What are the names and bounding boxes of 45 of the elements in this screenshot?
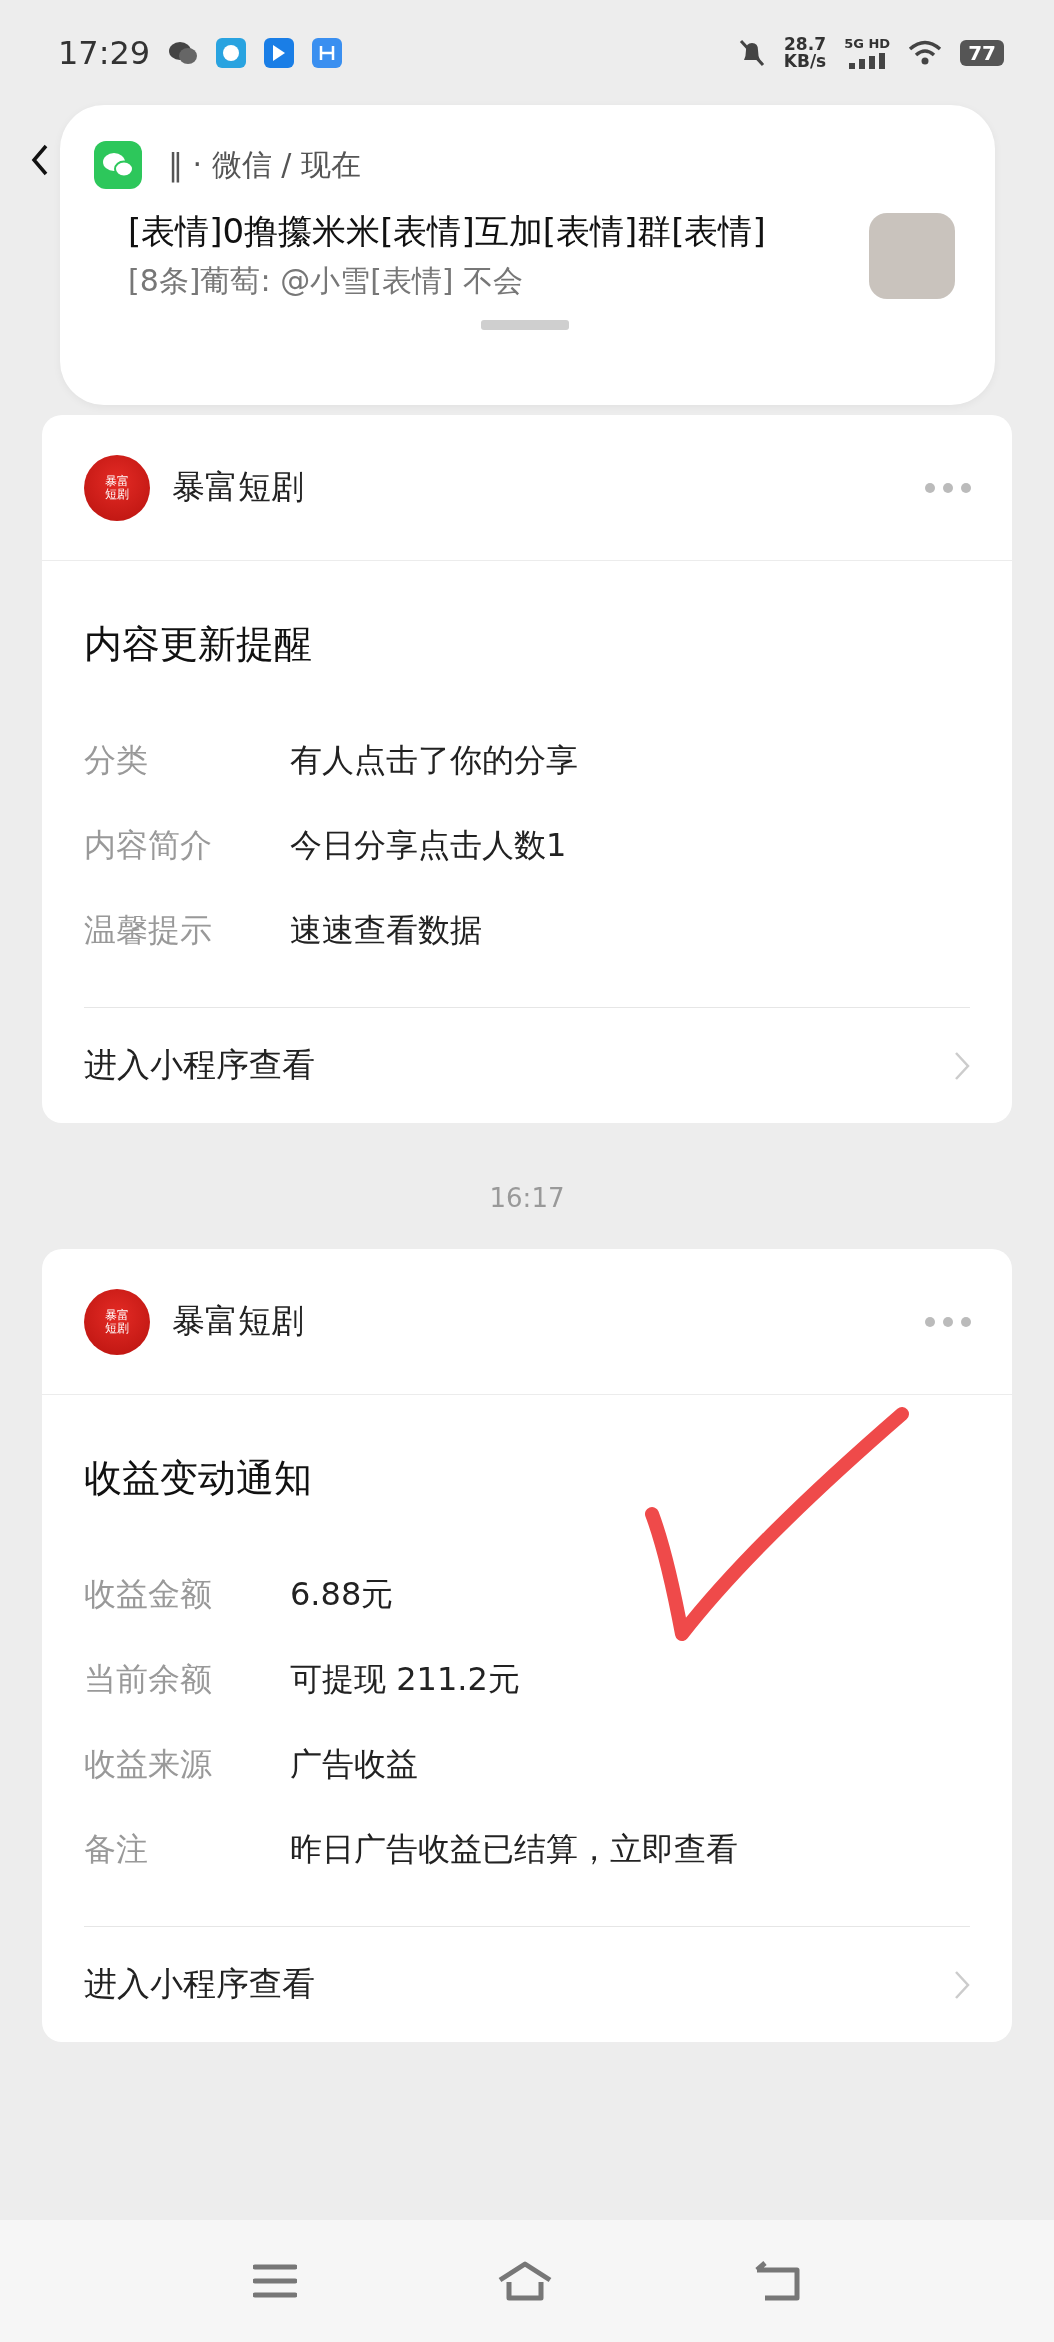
app-notification-icon: [264, 37, 295, 68]
battery-level: 77: [960, 39, 1004, 66]
wifi-icon: [908, 39, 943, 66]
field-label: 内容简介: [84, 824, 213, 866]
message-time: 16:17: [489, 1183, 565, 1213]
message-title: 收益变动通知: [84, 1455, 313, 1502]
bell-muted-icon: [737, 37, 766, 68]
chevron-right-icon: [954, 1050, 970, 1081]
field-label: 温馨提示: [84, 909, 213, 951]
chat-app-icon: [94, 141, 142, 189]
chat-app-icon: [168, 39, 199, 66]
app-notification-icon: [312, 37, 343, 68]
notification-title: [表情]0撸攥米米[表情]互加[表情]群[表情]: [128, 210, 767, 253]
chevron-right-icon: [954, 1969, 970, 2000]
signal-icon: [849, 53, 886, 69]
message-title: 内容更新提醒: [84, 621, 313, 668]
field-label: 收益来源: [84, 1743, 213, 1785]
account-name: 暴富短剧: [172, 1300, 305, 1342]
field-value: 速速查看数据: [290, 909, 482, 951]
notification-toast[interactable]: ‖ · 微信 / 现在 [表情]0撸攥米米[表情]互加[表情]群[表情] [8条]葡萄: @小雪[表情] 不会: [60, 105, 995, 405]
app-notification-icon: [216, 37, 247, 68]
field-value: 有人点击了你的分享: [290, 739, 578, 781]
field-value: 可提现 211.2元: [290, 1658, 520, 1700]
account-name: 暴富短剧: [172, 466, 305, 508]
field-label: 当前余额: [84, 1658, 213, 1700]
clock: 17:29: [58, 33, 151, 72]
app-logo: 暴富短剧: [84, 454, 150, 521]
field-label: 收益金额: [84, 1573, 213, 1615]
network-speed: 28.7 KB/s: [783, 35, 827, 70]
field-value: 广告收益: [290, 1743, 418, 1785]
field-value: 昨日广告收益已结算，立即查看: [290, 1828, 738, 1870]
home-icon[interactable]: [497, 2260, 553, 2302]
network-type: 5G HD: [844, 36, 891, 51]
menu-icon[interactable]: [253, 2262, 297, 2300]
drag-handle[interactable]: [480, 320, 569, 330]
field-label: 备注: [84, 1828, 149, 1870]
field-label: 分类: [84, 739, 149, 781]
mini-program-link[interactable]: 进入小程序查看: [84, 1007, 970, 1123]
back-icon[interactable]: [30, 143, 50, 177]
notification-source: ‖ · 微信 / 现在: [168, 145, 361, 185]
notification-body: [8条]葡萄: @小雪[表情] 不会: [128, 262, 525, 300]
app-logo: 暴富短剧: [84, 1288, 150, 1355]
field-value: 今日分享点击人数1: [290, 824, 567, 866]
field-value: 6.88元: [290, 1573, 394, 1615]
mini-program-link[interactable]: 进入小程序查看: [84, 1926, 970, 2042]
